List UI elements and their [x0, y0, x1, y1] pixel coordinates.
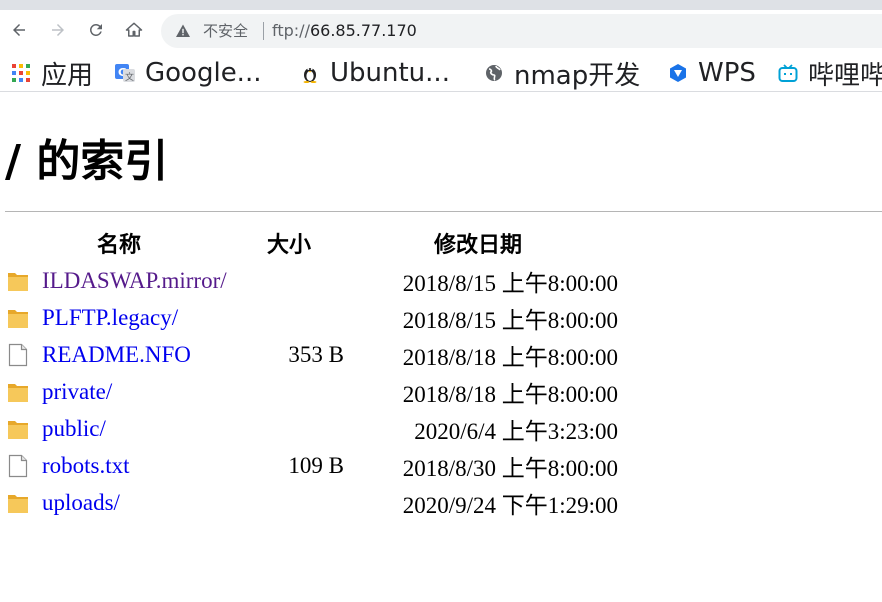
column-header-size[interactable]: 大小 — [267, 230, 311, 262]
folder-icon — [8, 273, 28, 291]
google-translate-icon: G 文 — [115, 64, 135, 83]
page-title-text: 的索引 — [36, 136, 169, 187]
reload-icon — [89, 23, 102, 36]
file-modified-date: 2018/8/18 上午8:00:00 — [402, 382, 618, 407]
folder-link[interactable]: public/ — [42, 415, 106, 443]
arrow-right-icon — [52, 24, 64, 36]
bookmark-nmap[interactable]: nmap开发 — [484, 57, 641, 91]
browser-toolbar: 不安全 ftp://66.85.77.170 — [0, 10, 882, 54]
wps-icon — [670, 64, 686, 82]
column-header-name[interactable]: 名称 — [97, 230, 141, 262]
file-icon — [8, 343, 28, 367]
home-button[interactable] — [122, 18, 146, 42]
bookmark-label: Google... — [145, 58, 262, 88]
file-modified-date: 2018/8/30 上午8:00:00 — [402, 456, 618, 481]
bookmark-ubuntu[interactable]: Ubuntu... — [300, 57, 450, 89]
address-bar[interactable]: 不安全 ftp://66.85.77.170 — [161, 14, 882, 48]
file-row: ILDASWAP.mirror/2018/8/15 上午8:00:00 — [0, 263, 882, 300]
apps-grid-icon — [12, 64, 30, 82]
bilibili-icon — [778, 64, 798, 82]
folder-link[interactable]: uploads/ — [42, 489, 120, 517]
file-row: private/2018/8/18 上午8:00:00 — [0, 374, 882, 411]
home-icon — [125, 22, 143, 37]
file-modified-date: 2018/8/18 上午8:00:00 — [402, 345, 618, 370]
file-icon — [8, 454, 28, 478]
folder-icon — [8, 384, 28, 402]
tux-icon — [303, 68, 317, 83]
bookmark-wps[interactable]: WPS — [668, 57, 756, 89]
svg-text:文: 文 — [125, 71, 134, 83]
folder-icon — [8, 310, 28, 328]
bookmark-apps[interactable]: 应用 — [11, 57, 94, 91]
bookmark-label: 应用 — [41, 60, 94, 91]
file-link[interactable]: README.NFO — [42, 341, 191, 369]
folder-icon — [8, 421, 28, 439]
file-row: public/2020/6/4 上午3:23:00 — [0, 411, 882, 448]
file-row: PLFTP.legacy/2018/8/15 上午8:00:00 — [0, 300, 882, 337]
bookmark-label: Ubuntu... — [330, 58, 450, 88]
tab-strip — [0, 0, 882, 10]
forward-button[interactable] — [46, 18, 70, 42]
page-title-path: / — [5, 136, 22, 187]
back-button[interactable] — [7, 18, 31, 42]
omnibox-divider — [263, 22, 264, 40]
page-title: / 的索引 — [5, 132, 168, 192]
divider — [5, 211, 882, 212]
file-size: 109 B — [288, 453, 344, 478]
folder-link[interactable]: ILDASWAP.mirror/ — [42, 267, 227, 295]
bookmark-label: WPS — [698, 58, 756, 88]
file-modified-date: 2018/8/15 上午8:00:00 — [402, 271, 618, 296]
file-modified-date: 2020/6/4 上午3:23:00 — [414, 419, 618, 444]
file-modified-date: 2018/8/15 上午8:00:00 — [402, 308, 618, 333]
arrow-left-icon — [13, 24, 25, 36]
globe-icon — [486, 65, 502, 81]
folder-link[interactable]: PLFTP.legacy/ — [42, 304, 178, 332]
folder-icon — [8, 495, 28, 513]
warning-icon[interactable] — [175, 23, 191, 39]
file-size: 353 B — [288, 342, 344, 367]
reload-button[interactable] — [84, 18, 108, 42]
column-header-modified[interactable]: 修改日期 — [434, 230, 522, 262]
security-label[interactable]: 不安全 — [203, 22, 248, 40]
url-scheme: ftp:// — [272, 21, 310, 40]
file-modified-date: 2020/9/24 下午1:29:00 — [402, 493, 618, 518]
file-row: robots.txt 109 B 2018/8/30 上午8:00:00 — [0, 448, 882, 485]
bookmarks-bar: 应用 G 文 Google... Ubuntu... nmap开发 WPS 哔哩… — [0, 54, 882, 92]
file-row: README.NFO 353 B 2018/8/18 上午8:00:00 — [0, 337, 882, 374]
bookmark-google[interactable]: G 文 Google... — [115, 57, 261, 89]
file-row: uploads/2020/9/24 下午1:29:00 — [0, 485, 882, 522]
bookmark-label: 哔哩哔 — [808, 60, 882, 91]
bookmark-bilibili[interactable]: 哔哩哔 — [778, 57, 882, 91]
bookmark-label: nmap开发 — [514, 60, 641, 91]
url-host: 66.85.77.170 — [309, 21, 417, 40]
url-text[interactable]: ftp://66.85.77.170 — [272, 21, 417, 41]
file-link[interactable]: robots.txt — [42, 452, 130, 480]
folder-link[interactable]: private/ — [42, 378, 112, 406]
